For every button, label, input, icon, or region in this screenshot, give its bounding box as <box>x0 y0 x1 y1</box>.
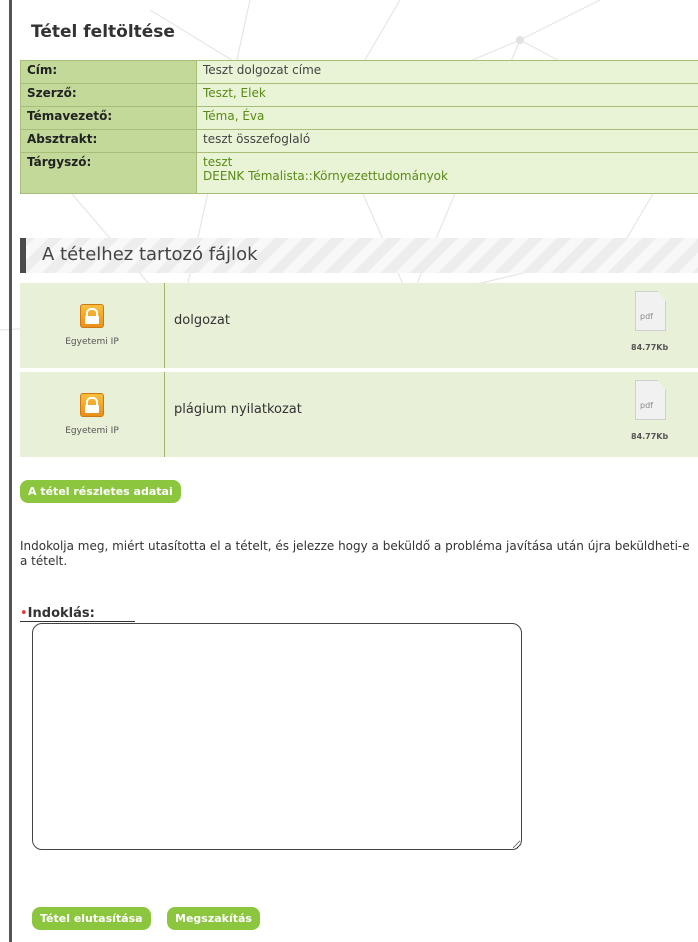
file-name: dolgozat <box>174 313 230 328</box>
access-label: Egyetemi IP <box>65 337 119 347</box>
supervisor-link[interactable]: Téma, Éva <box>203 109 264 123</box>
metadata-row-supervisor: Témavezető: Téma, Éva <box>20 106 698 130</box>
left-border-rule <box>9 0 12 942</box>
metadata-label: Szerző: <box>20 83 197 107</box>
pdf-file-icon[interactable]: pdf <box>635 380 666 420</box>
files-section-header: A tételhez tartozó fájlok <box>20 238 698 273</box>
file-access-cell: Egyetemi IP <box>20 372 165 457</box>
file-row: Egyetemi IP dolgozat pdf 84.77Kb <box>20 283 698 368</box>
file-type-label: pdf <box>640 312 653 321</box>
cancel-button[interactable]: Megszakítás <box>167 907 260 930</box>
metadata-value: Teszt dolgozat címe <box>196 60 698 84</box>
metadata-value: teszt összefoglaló <box>196 129 698 153</box>
files-section-title: A tételhez tartozó fájlok <box>42 244 258 265</box>
unlock-icon <box>80 304 104 328</box>
reason-field-label: •Indoklás: <box>20 606 135 622</box>
access-label: Egyetemi IP <box>65 426 119 436</box>
file-access-cell: Egyetemi IP <box>20 283 165 368</box>
required-marker: • <box>20 606 28 621</box>
page-title: Tétel feltöltése <box>31 22 175 42</box>
file-size: 84.77Kb <box>631 432 669 441</box>
subject-keyword-link[interactable]: DEENK Témalista::Környezettudományok <box>203 169 693 183</box>
reject-item-button[interactable]: Tétel elutasítása <box>32 907 151 930</box>
unlock-icon <box>80 393 104 417</box>
metadata-row-subject: Tárgyszó: teszt DEENK Témalista::Környez… <box>20 152 698 194</box>
metadata-label: Absztrakt: <box>20 129 197 153</box>
metadata-label: Témavezető: <box>20 106 197 130</box>
section-header-bar <box>20 238 26 273</box>
author-link[interactable]: Teszt, Elek <box>203 86 266 100</box>
item-details-button[interactable]: A tétel részletes adatai <box>20 480 181 503</box>
rejection-instruction: Indokolja meg, miért utasította el a tét… <box>20 539 690 568</box>
file-name: plágium nyilatkozat <box>174 402 302 417</box>
metadata-label: Cím: <box>20 60 197 84</box>
reason-label-text: Indoklás: <box>27 606 95 621</box>
file-size: 84.77Kb <box>631 343 669 352</box>
metadata-row-abstract: Absztrakt: teszt összefoglaló <box>20 129 698 153</box>
pdf-file-icon[interactable]: pdf <box>635 291 666 331</box>
metadata-row-title: Cím: Teszt dolgozat címe <box>20 60 698 84</box>
metadata-row-author: Szerző: Teszt, Elek <box>20 83 698 107</box>
metadata-table: Cím: Teszt dolgozat címe Szerző: Teszt, … <box>20 60 698 194</box>
metadata-label: Tárgyszó: <box>20 152 197 194</box>
file-type-label: pdf <box>640 401 653 410</box>
file-row: Egyetemi IP plágium nyilatkozat pdf 84.7… <box>20 372 698 457</box>
reason-textarea[interactable] <box>32 623 522 850</box>
subject-keyword-link[interactable]: teszt <box>203 155 693 169</box>
